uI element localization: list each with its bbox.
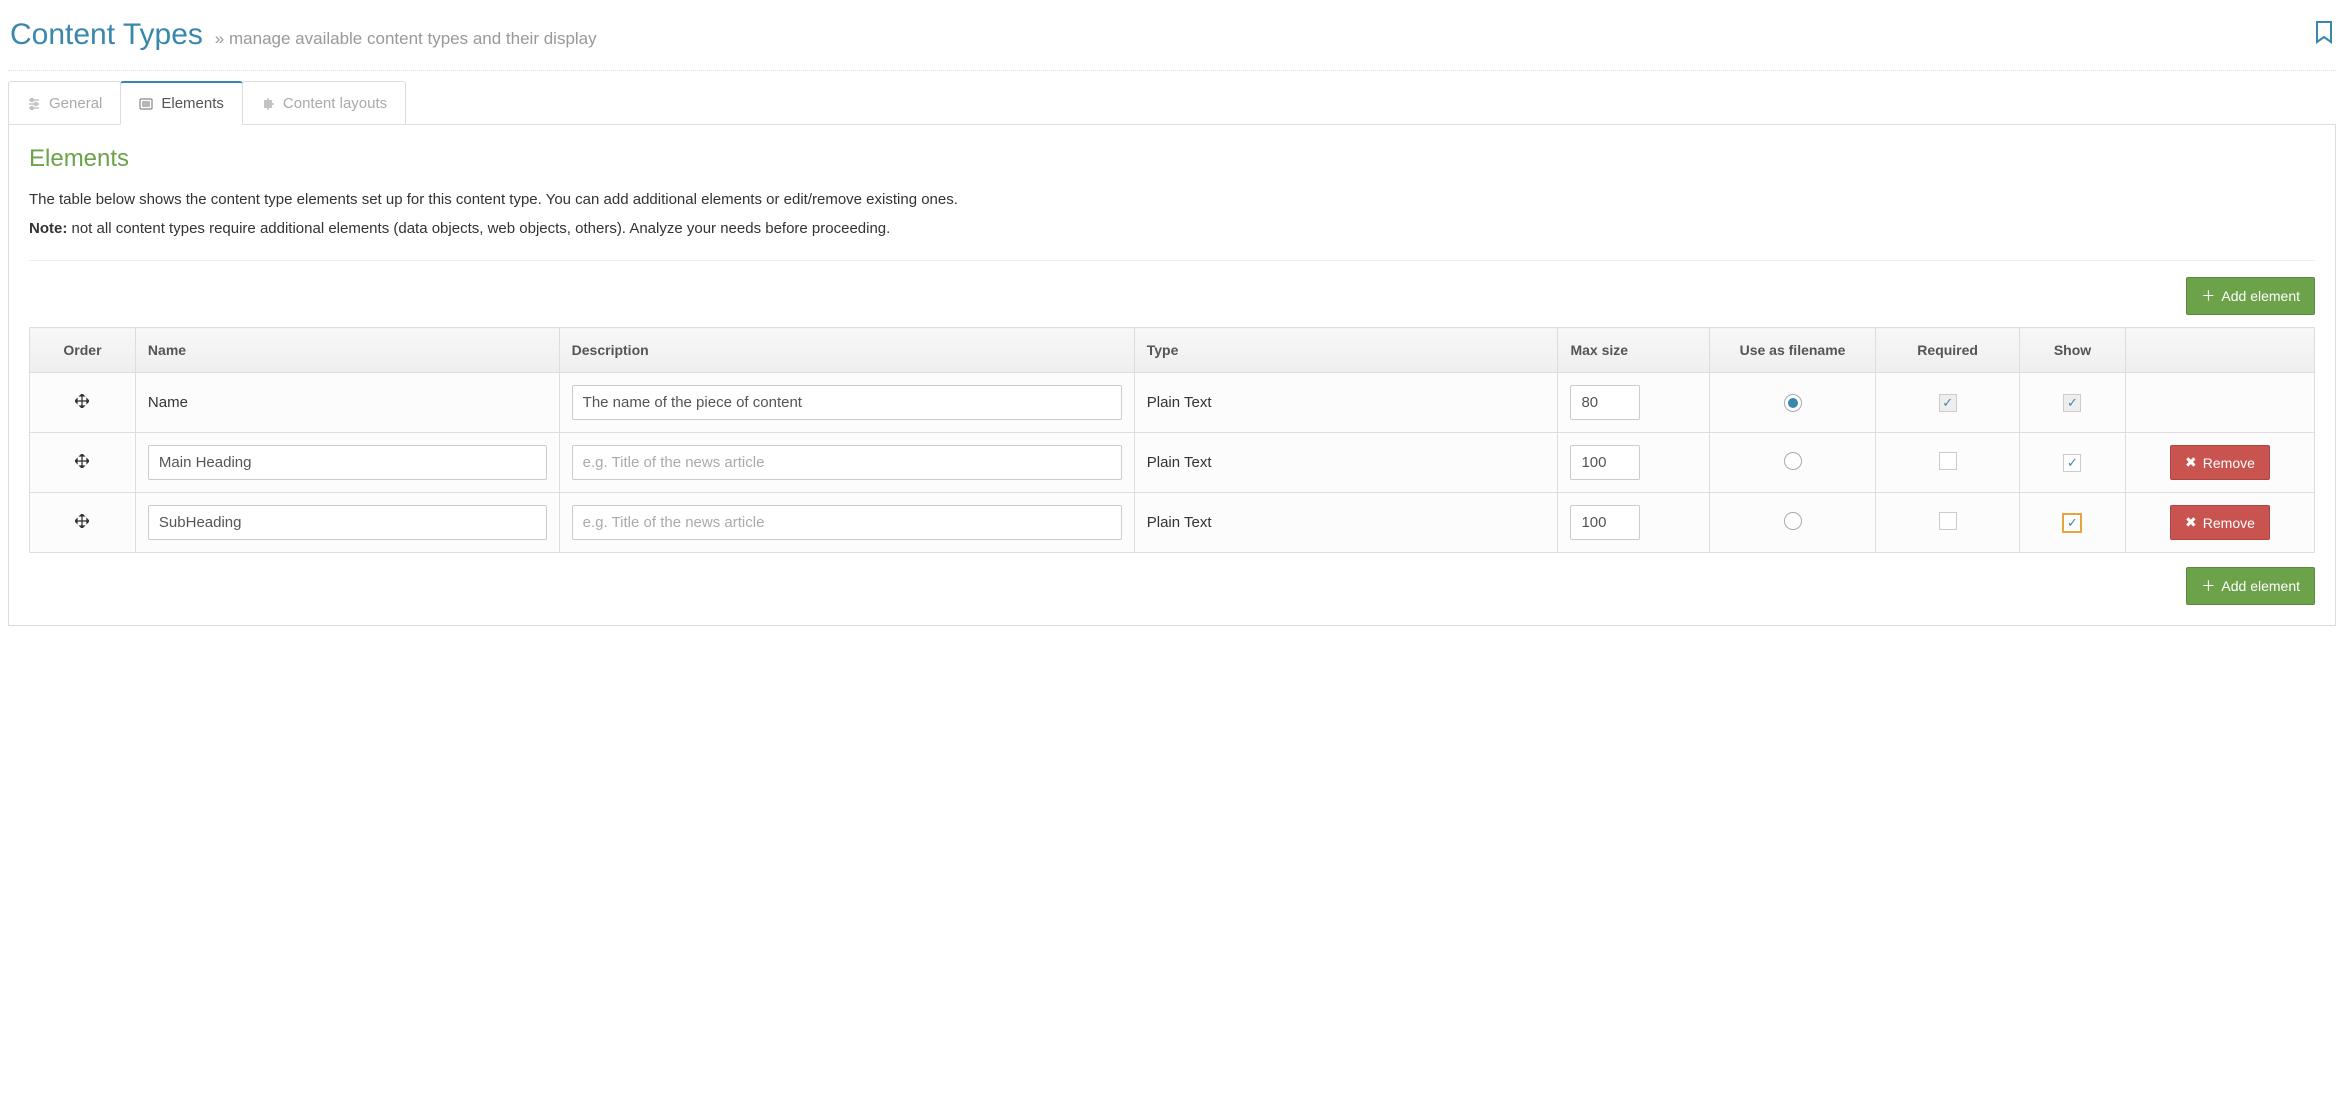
maxsize-input[interactable] (1570, 505, 1640, 540)
bookmark-icon[interactable] (2314, 20, 2334, 51)
required-checkbox[interactable] (1939, 452, 1957, 470)
sliders-icon (27, 97, 41, 111)
chevron-right-icon: » (215, 29, 224, 48)
page-title: Content Types (10, 18, 203, 52)
required-checkbox: ✓ (1939, 394, 1957, 412)
use-as-filename-radio[interactable] (1784, 394, 1802, 412)
required-checkbox[interactable] (1939, 512, 1957, 530)
plus-icon: ＋ (2201, 576, 2215, 596)
drag-handle-icon[interactable] (75, 454, 89, 468)
th-order: Order (30, 328, 136, 373)
page-subtitle: » manage available content types and the… (215, 29, 597, 48)
tab-content-layouts[interactable]: Content layouts (242, 81, 406, 125)
description-input[interactable] (572, 505, 1122, 540)
drag-handle-icon[interactable] (75, 394, 89, 408)
section-title: Elements (29, 145, 2315, 173)
th-actions (2125, 328, 2314, 373)
table-row: Plain Text ✓ ✖ Remove (30, 433, 2315, 493)
x-icon: ✖ (2185, 514, 2197, 531)
tabs: General Elements Content layouts (8, 81, 2336, 125)
th-use-as-filename: Use as filename (1709, 328, 1875, 373)
elements-table: Order Name Description Type Max size Use… (29, 327, 2315, 553)
description-input[interactable] (572, 445, 1122, 480)
tab-label: Content layouts (283, 95, 387, 112)
th-required: Required (1876, 328, 2020, 373)
remove-button[interactable]: ✖ Remove (2170, 505, 2270, 540)
add-element-button[interactable]: ＋ Add element (2186, 567, 2315, 605)
name-cell: Name (135, 373, 559, 433)
plus-icon: ＋ (2201, 286, 2215, 306)
type-cell: Plain Text (1134, 433, 1558, 493)
maxsize-input[interactable] (1570, 445, 1640, 480)
table-row: Name Plain Text ✓ ✓ (30, 373, 2315, 433)
divider (29, 260, 2315, 261)
add-element-button[interactable]: ＋ Add element (2186, 277, 2315, 315)
table-row: Plain Text ✓ ✖ Remove (30, 493, 2315, 553)
show-checkbox: ✓ (2063, 394, 2081, 412)
tab-elements[interactable]: Elements (120, 81, 243, 125)
th-show: Show (2020, 328, 2126, 373)
show-checkbox[interactable]: ✓ (2063, 514, 2081, 532)
puzzle-icon (261, 97, 275, 111)
type-cell: Plain Text (1134, 373, 1558, 433)
maxsize-input[interactable] (1570, 385, 1640, 420)
tab-label: General (49, 95, 102, 112)
th-type: Type (1134, 328, 1558, 373)
name-input[interactable] (148, 445, 547, 480)
remove-button[interactable]: ✖ Remove (2170, 445, 2270, 480)
drag-handle-icon[interactable] (75, 514, 89, 528)
th-name: Name (135, 328, 559, 373)
th-maxsize: Max size (1558, 328, 1709, 373)
tab-general[interactable]: General (8, 81, 121, 125)
x-icon: ✖ (2185, 454, 2197, 471)
name-input[interactable] (148, 505, 547, 540)
tab-label: Elements (161, 95, 224, 112)
use-as-filename-radio[interactable] (1784, 452, 1802, 470)
panel-elements: Elements The table below shows the conte… (8, 124, 2336, 626)
type-cell: Plain Text (1134, 493, 1558, 553)
intro-text: The table below shows the content type e… (29, 189, 2315, 212)
list-icon (139, 97, 153, 111)
th-description: Description (559, 328, 1134, 373)
intro-note: Note: not all content types require addi… (29, 218, 2315, 241)
description-input[interactable] (572, 385, 1122, 420)
use-as-filename-radio[interactable] (1784, 512, 1802, 530)
show-checkbox[interactable]: ✓ (2063, 454, 2081, 472)
